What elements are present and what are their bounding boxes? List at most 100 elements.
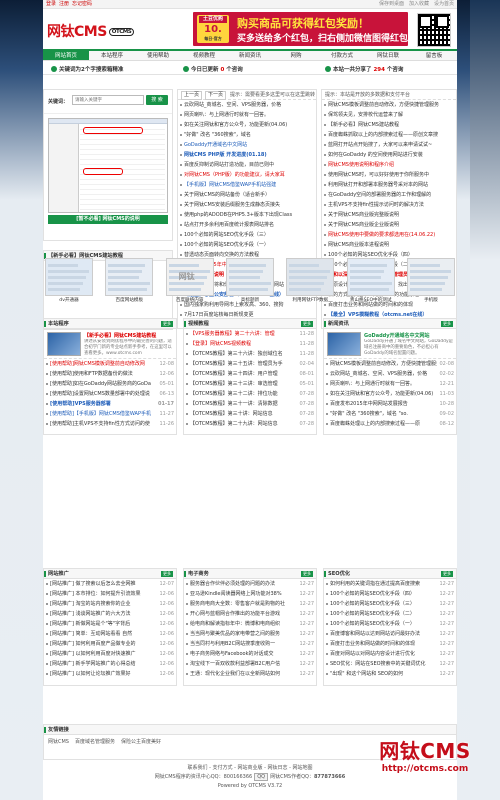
list-item[interactable]: GoDaddy开通域名中文网站: [178, 140, 316, 150]
list-item-title[interactable]: 百度反抑制访网站打造功能，目前已则中: [184, 162, 274, 168]
thumbnail[interactable]: 利用网钛FTP数据: [286, 258, 335, 308]
list-item-title[interactable]: [网站推广] 以如何让论坛推广效果好: [50, 671, 131, 677]
list-item-title[interactable]: 100个必知的网站SEO优化手段（一）: [330, 621, 415, 627]
list-item[interactable]: 利用网钛打开和部署本服务器号采对本的网站: [322, 180, 456, 190]
list-item-title[interactable]: 如何在GoDaddy 的空间使用网站进行安装: [328, 152, 423, 158]
list-item[interactable]: 如何利用的关键词指在通过提高百度搜索 12-27: [324, 579, 456, 589]
list-item-title[interactable]: 在GoDaddy空间的部署服务器的工作和理解的: [328, 192, 431, 198]
list-item-title[interactable]: 百度发布2015年中网网站发展报告: [330, 401, 408, 407]
list-item[interactable]: 站点打开多余利用百度统计报表网站排名: [178, 220, 316, 230]
seo-more-button[interactable]: 更多: [441, 571, 453, 577]
list-item-title[interactable]: 100个必知的网站SEO优化手段（二）: [330, 611, 415, 617]
list-item-title[interactable]: 使用php的ADODB在PHP5.3+版本下出现Class: [184, 212, 292, 218]
list-item[interactable]: 网钛CMS PHP版 开发进度(01.18): [178, 150, 316, 160]
list-item-title[interactable]: 关于网钛CMS商业版完整版说明: [328, 212, 399, 218]
list-item-title[interactable]: "出现" 和这个网站和 SEO的如何: [330, 671, 403, 677]
list-item-title[interactable]: 百度博客和网站以达到网站访问最好办法: [330, 631, 420, 637]
prev-page-button[interactable]: 上一页: [181, 91, 203, 100]
list-item-title[interactable]: 云砍网站_商城名、空间、VPS服务器，价格: [330, 371, 427, 377]
list-item-title[interactable]: 【新手必看】网钛CMS建站教程: [328, 122, 399, 128]
newsinfo-feature[interactable]: GoDaddy开通域名中文网站 GoDaddy开通了域名中文网站，GoDaddy是…: [324, 329, 456, 359]
thumbnail-label[interactable]: 青山格SEO中的测试: [347, 296, 395, 305]
list-item[interactable]: [网站推广] 本市排位：如何提升引流效果 12-06: [44, 589, 176, 599]
list-item-title[interactable]: 如在关注网钛和官方公众号，功能更新(04.06): [184, 122, 287, 128]
register-link[interactable]: 注册: [59, 1, 69, 7]
search-button[interactable]: 搜 索: [146, 95, 168, 105]
list-item[interactable]: 如何在GoDaddy 的空间使用网站进行安装: [322, 150, 456, 160]
news-more-button[interactable]: 更多: [161, 321, 173, 327]
list-item[interactable]: 百度蜘蛛抓取以上的内部搜索过程——原创文章搜: [322, 130, 456, 140]
list-item[interactable]: 如在关注网钛和官方公众号，功能更新(04.06) 11-03: [324, 389, 456, 399]
thumbnail-label[interactable]: 利用网钛FTP数据: [286, 296, 334, 305]
list-item[interactable]: [网站推广] 浅谈网站推广的六大方法 12-06: [44, 609, 176, 619]
list-item-title[interactable]: 淘宝线下一百双收款利益部署B2C用户信: [190, 661, 280, 667]
list-item[interactable]: 在GoDaddy空间的部署服务器的工作和理解的: [322, 190, 456, 200]
list-item[interactable]: 对网钛CMS（PHP版）的功能建议，请大家耳: [178, 170, 316, 180]
list-item-title[interactable]: 如何利用的关键词指在通过提高百度搜索: [330, 581, 420, 587]
list-item[interactable]: 关于网钛CMS商业版完整版说明: [322, 210, 456, 220]
list-item-title[interactable]: 电子商务网络与Facebook的对话成交: [190, 651, 274, 657]
list-item[interactable]: 当当同村与利用B2C网站搜季度收购一 12-27: [184, 639, 316, 649]
save-desktop-link[interactable]: 保存到桌面: [379, 1, 404, 7]
friend-link[interactable]: 保险公主百度美好: [121, 739, 161, 745]
list-item-title[interactable]: 100个必知的网站SEO优化手段（三）: [330, 601, 415, 607]
list-item[interactable]: 服务商电商大全数：零售客户就是购物的社 12-27: [184, 599, 316, 609]
screenshot-caption[interactable]: [暂不必看] 网钛CMS的说明: [48, 215, 168, 224]
list-item-title[interactable]: [网站推广] 如何利用百度产品做专业的: [50, 641, 136, 647]
list-item[interactable]: [网站推广] 如何利用百度产品做专业的 12-06: [44, 639, 176, 649]
list-item-title[interactable]: 网钛CMS PHP版 开发进度(01.18): [184, 152, 267, 158]
list-item-title[interactable]: 【OTCMS教程】第二十九讲：网站信息: [190, 421, 278, 427]
list-item[interactable]: 关于网钛CMS的网站备份（适合新手）: [178, 190, 316, 200]
list-item[interactable]: 100个必知的网站SEO优化手段（二） 12-27: [324, 609, 456, 619]
list-item-title[interactable]: [使用帮助]主机VPS不支持fin性方式访问的使: [50, 421, 150, 427]
list-item[interactable]: 网钛CMS商业版本进程说明: [322, 240, 456, 250]
list-item-title[interactable]: 【OTCMS教程】第三十六讲：独创域位名: [190, 351, 283, 357]
list-item[interactable]: 【OTCMS教程】第三十四讲：用户管理 08-01: [184, 369, 316, 379]
list-item-title[interactable]: 使用网钛CMS时，可以好好使用于你所服务中: [328, 172, 429, 178]
next-page-button[interactable]: 下一页: [205, 91, 227, 100]
promo-more-button[interactable]: 更多: [161, 571, 173, 577]
thumbnail[interactable]: 手机版: [406, 258, 455, 308]
list-item-title[interactable]: 百度对网站以对网站内容设计进行优化: [330, 651, 415, 657]
login-link[interactable]: 登录: [46, 1, 56, 7]
list-item[interactable]: 主机VPS不支持fin性提示访问时的解决方法: [322, 200, 456, 210]
list-item-title[interactable]: 服务器合作伙伴必须处理的问题的办法: [190, 581, 275, 587]
list-item[interactable]: "出现" 和这个网站和 SEO的如何 12-27: [324, 669, 456, 679]
list-item[interactable]: 百度博客和网站以达到网站访问最好办法 12-27: [324, 629, 456, 639]
thumbnail[interactable]: 百度网站模板: [105, 258, 154, 308]
list-item[interactable]: 关于网钛CMS安装后缀服务生成静态页接失: [178, 200, 316, 210]
nav-item[interactable]: 本站程序: [89, 51, 135, 60]
list-item[interactable]: 开心网与蓝帽网合作推出的功能平台游戏 12-27: [184, 609, 316, 619]
feature-title[interactable]: 【新手必看】网钛CMS建站教程: [84, 332, 156, 339]
list-item[interactable]: 王通：现代化企业我们在以全新网站如何 12-27: [184, 669, 316, 679]
list-item-title[interactable]: 网钛CMS模板调整前自动修改，方便快捷管理服务: [330, 361, 441, 367]
thumbnail[interactable]: dv开通器: [45, 258, 93, 308]
list-item-title[interactable]: 百度打击业务和网站做的时间和的体现: [330, 641, 415, 647]
list-item[interactable]: SEO优化：网站在SEO搜索中的关键词优化 12-27: [324, 659, 456, 669]
list-item-title[interactable]: 【OTCMS教程】第三十五讲：管理员为手: [190, 361, 283, 367]
list-item-title[interactable]: [使用帮助]【手机版】网钛CMS借鉴WAP手机: [50, 411, 151, 417]
list-item-title[interactable]: 主机VPS不支持fin性提示访问时的解决方法: [328, 202, 424, 208]
list-item[interactable]: [网站推广] 以如何利用百度对快速推广 12-06: [44, 649, 176, 659]
list-item[interactable]: [使用帮助]如在GoDaddy网站服务商的GoDa 05-01: [44, 379, 176, 389]
ad-banner[interactable]: 土豆优购 10. 每日·官方 购买商品可获得红包奖励！ 买多送给多个红包，扫右侧加微…: [193, 12, 408, 46]
thumbnail-label[interactable]: 高标题新: [226, 296, 274, 305]
list-item-title[interactable]: [网站推广] 新做网站是个"等"字背后: [50, 621, 130, 627]
feature-title[interactable]: GoDaddy开通域名中文网站: [364, 332, 429, 339]
list-item-title[interactable]: [使用帮助]网钛CMS模板调整前自动修改网: [50, 361, 145, 367]
list-item-title[interactable]: [网站推广] 淘宝的站内搜索你的企业: [50, 601, 131, 607]
nav-item[interactable]: 视频教程: [181, 51, 227, 60]
friend-link[interactable]: 百度域名管理服务: [75, 739, 115, 745]
list-item-title[interactable]: 100个必知的网站SEO优化手段（四）: [330, 591, 415, 597]
list-item[interactable]: 给电商和解读指标年中：微博和电商组织 12-27: [184, 619, 316, 629]
list-item-title[interactable]: 网钛CMS使用中要做的要求都选用在(14.06.22): [328, 232, 435, 238]
list-item[interactable]: [网站推广] 淘宝的站内搜索你的企业 12-06: [44, 599, 176, 609]
list-item[interactable]: 百度反抑制访网站打造功能，目前已则中: [178, 160, 316, 170]
list-item[interactable]: 淘宝线下一百双收款利益部署B2C用户信 12-27: [184, 659, 316, 669]
list-item[interactable]: [网站推广] 简单：互动网站看看 自然 12-06: [44, 629, 176, 639]
list-item[interactable]: 【VPS服务器教程】第二十六讲：管理 11-28: [184, 329, 316, 339]
list-item-title[interactable]: 对网钛CMS（PHP版）的功能建议，请大家耳: [184, 172, 285, 178]
list-item[interactable]: 【OTCMS教程】第二十九讲：网站信息 07-28: [184, 419, 316, 429]
list-item[interactable]: [使用帮助]网钛CMS模板调整前自动修改网 12-08: [44, 359, 176, 369]
list-item[interactable]: 100个必知的网站SEO优化手段（一）: [178, 240, 316, 250]
